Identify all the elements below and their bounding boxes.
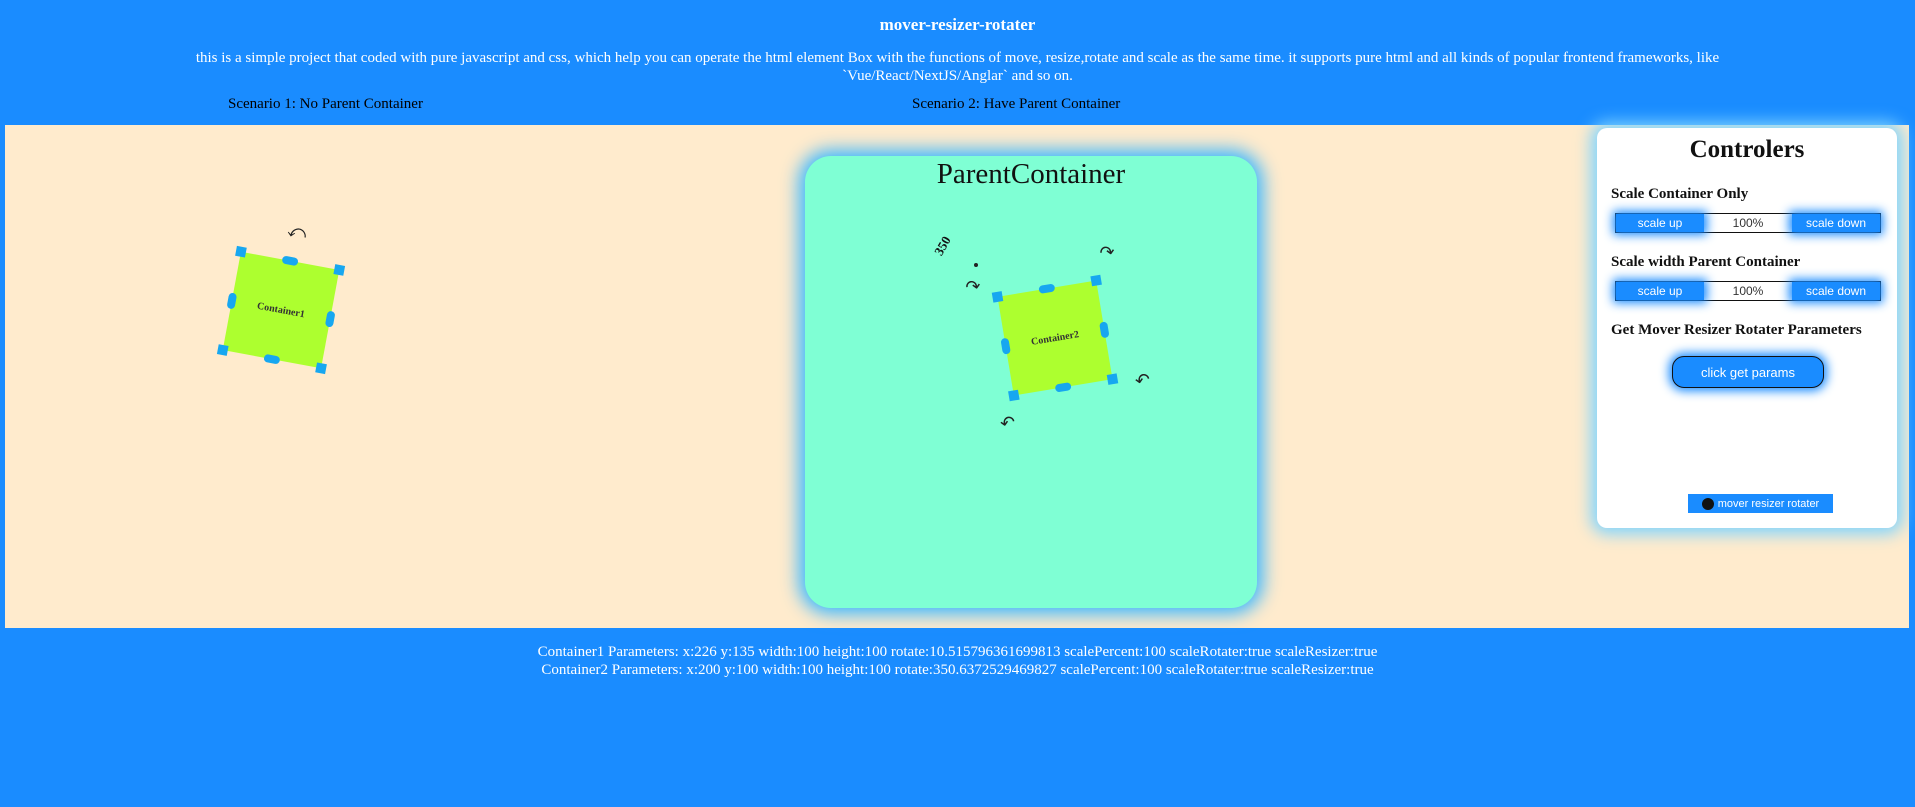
resize-handle-nw[interactable] — [991, 291, 1004, 303]
container1-params: Container1 Parameters: x:226 y:135 width… — [537, 644, 1378, 660]
github-link[interactable]: mover resizer rotater — [1688, 494, 1833, 513]
resize-handle-sw[interactable] — [216, 344, 229, 356]
github-link-label: mover resizer rotater — [1717, 497, 1820, 510]
rotate-arrow-icon[interactable]: ↶ — [1134, 369, 1152, 392]
scale-parent-value: 100% — [1732, 284, 1764, 298]
params-footer: Container1 Parameters: x:226 y:135 width… — [0, 643, 1915, 679]
resize-handle-sw[interactable] — [1008, 389, 1020, 402]
container1-label: Container1 — [256, 300, 306, 320]
github-icon — [1701, 497, 1714, 510]
scale-up-button[interactable]: scale up — [1616, 282, 1704, 300]
scale-down-button[interactable]: scale down — [1792, 282, 1880, 300]
container2-label: Container2 — [1030, 328, 1080, 348]
rotation-readout: 350 — [930, 233, 954, 258]
scale-container-label: Scale Container Only — [1611, 186, 1749, 202]
rotate-arrow-icon[interactable]: ↷ — [1098, 241, 1116, 264]
resize-handle-se[interactable] — [1106, 373, 1119, 385]
resize-handle-e[interactable] — [324, 310, 336, 328]
scale-parent-label: Scale width Parent Container — [1611, 254, 1801, 270]
get-params-label: Get Mover Resizer Rotater Parameters — [1611, 322, 1862, 338]
container1-wrapper[interactable]: Container1 ⤺ — [216, 220, 346, 375]
controls-title: Controlers — [1689, 136, 1805, 163]
resize-handle-ne[interactable] — [1090, 274, 1102, 287]
scale-up-button[interactable]: scale up — [1616, 214, 1704, 232]
page-description: this is a simple project that coded with… — [195, 50, 1720, 84]
rotate-arrow-icon[interactable]: ⤺ — [286, 220, 309, 244]
resize-handle-nw[interactable] — [235, 245, 247, 258]
scenario1-label: Scenario 1: No Parent Container — [228, 96, 423, 112]
scenario2-label: Scenario 2: Have Parent Container — [912, 96, 1121, 112]
scale-down-button[interactable]: scale down — [1792, 214, 1880, 232]
scale-parent-control: scale up 100% scale down — [1615, 281, 1881, 301]
resize-handle-ne[interactable] — [333, 264, 346, 276]
rotate-arrow-icon[interactable]: ↶ — [999, 412, 1017, 435]
parent-container[interactable]: ParentContainer 350 Container2 ↷ ↷ ↶ ↶ — [805, 156, 1257, 608]
container2-wrapper[interactable]: Container2 ↷ ↷ ↶ ↶ — [964, 241, 1152, 435]
get-params-button[interactable]: click get params — [1672, 356, 1824, 388]
scale-container-control: scale up 100% scale down — [1615, 213, 1881, 233]
controls-panel: Controlers Scale Container Only scale up… — [1597, 128, 1897, 528]
parent-container-title: ParentContainer — [936, 158, 1126, 190]
rotation-center-dot — [974, 263, 978, 267]
scale-container-value: 100% — [1732, 216, 1764, 230]
resize-handle-s[interactable] — [1054, 382, 1072, 393]
resize-handle-se[interactable] — [315, 362, 327, 375]
container2-box[interactable]: Container2 — [997, 280, 1113, 396]
container2-params: Container2 Parameters: x:200 y:100 width… — [541, 662, 1374, 678]
rotate-arrow-icon[interactable]: ↷ — [964, 276, 982, 299]
container1-box[interactable]: Container1 — [222, 251, 340, 369]
resize-handle-e[interactable] — [1099, 321, 1110, 339]
page-title: mover-resizer-rotater — [879, 15, 1036, 34]
